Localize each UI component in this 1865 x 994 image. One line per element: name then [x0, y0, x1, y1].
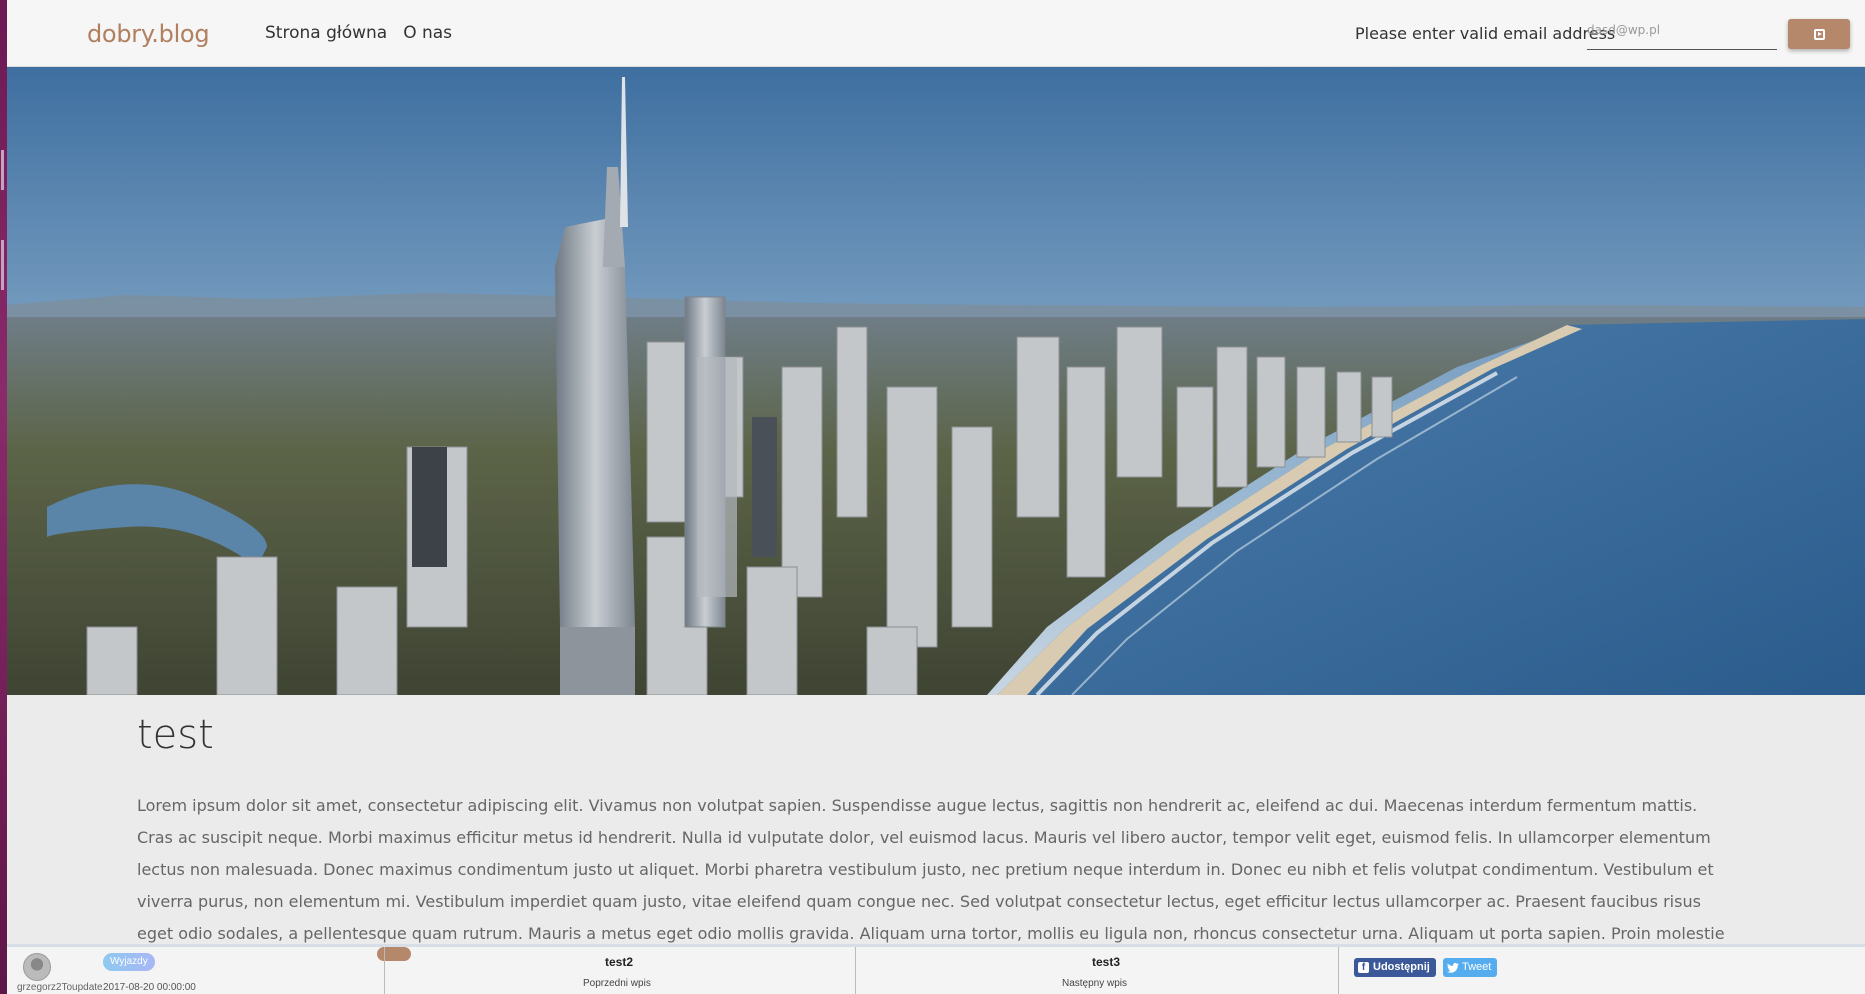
email-input[interactable]: [1587, 18, 1777, 50]
next-post-label: Następny wpis: [1062, 978, 1128, 989]
submit-icon: [1813, 28, 1825, 40]
tweet-button[interactable]: Tweet: [1443, 958, 1498, 977]
facebook-share-button[interactable]: f Udostępnij: [1354, 958, 1436, 977]
post-date: 2017-08-20 00:00:00: [103, 982, 196, 993]
prev-post-label: Poprzedni wpis: [583, 978, 651, 989]
main-nav: Strona główna O nas: [265, 23, 452, 43]
next-post-title: test3: [1092, 955, 1121, 969]
prev-post-link[interactable]: test2 Poprzedni wpis: [385, 947, 855, 994]
author-name[interactable]: grzegorz2Toupdate: [17, 982, 109, 993]
tweet-label: Tweet: [1462, 961, 1492, 973]
divider: [1338, 947, 1339, 994]
twitter-icon: [1447, 962, 1459, 973]
nav-about-link[interactable]: O nas: [403, 23, 452, 43]
hero-image: [7, 67, 1865, 695]
page: dobry.blog Strona główna O nas Please en…: [7, 0, 1865, 994]
facebook-share-label: Udostępnij: [1373, 961, 1430, 973]
nav-home-link[interactable]: Strona główna: [265, 23, 387, 43]
brand-logo[interactable]: dobry.blog: [87, 20, 210, 48]
facebook-icon: f: [1358, 962, 1369, 973]
subscribe-button[interactable]: [1788, 19, 1850, 49]
category-tag[interactable]: Wyjazdy: [103, 953, 155, 971]
prev-post-title: test2: [605, 955, 634, 969]
next-post-link[interactable]: test3 Następny wpis: [856, 947, 1338, 994]
subscribe-label: Please enter valid email address: [1355, 24, 1616, 43]
top-navbar: dobry.blog Strona główna O nas Please en…: [7, 0, 1865, 67]
author-avatar[interactable]: [23, 953, 51, 981]
window-edge: [0, 0, 7, 994]
post-footer-bar: Wyjazdy grzegorz2Toupdate 2017-08-20 00:…: [7, 944, 1865, 994]
article-title: test: [137, 712, 214, 758]
